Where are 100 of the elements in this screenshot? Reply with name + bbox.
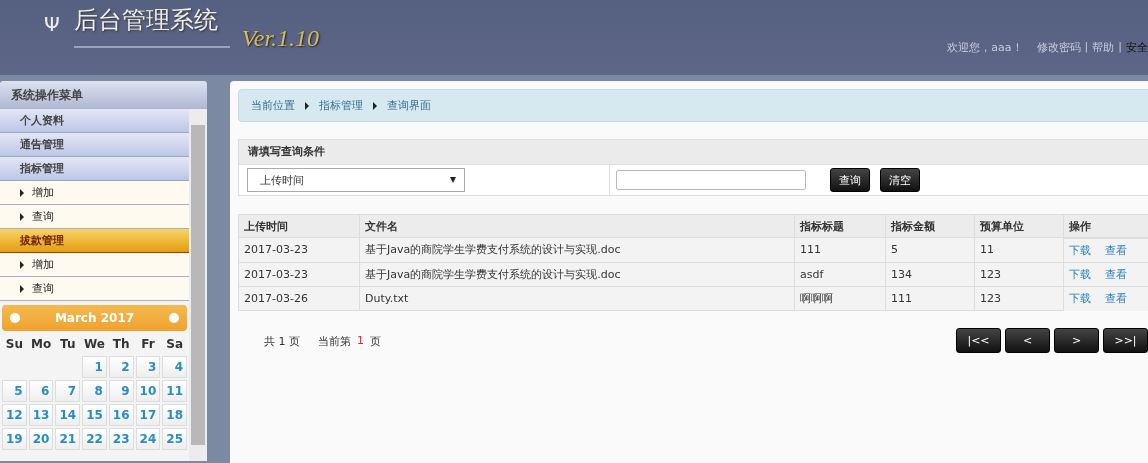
menu-item[interactable]: 增加 — [0, 253, 189, 277]
triangle-icon — [20, 188, 24, 197]
page-total: 共 1 页 — [264, 333, 300, 350]
day-cell[interactable]: 16 — [108, 404, 134, 426]
table-cell: 134 — [885, 262, 975, 286]
day-cell[interactable]: 4 — [162, 356, 187, 378]
day-cell[interactable]: 6 — [28, 380, 54, 402]
pagination-button[interactable]: |<< — [956, 327, 1001, 353]
menu-group[interactable]: 个人资料 — [0, 109, 189, 133]
table-cell: 11 — [974, 237, 1064, 262]
menu-item[interactable]: 查询 — [0, 277, 189, 301]
weekday-label: Mo — [29, 336, 53, 353]
day-cell[interactable]: 18 — [162, 404, 187, 426]
table-cell: 2017-03-26 — [238, 286, 360, 310]
weekday-label: Su — [4, 336, 24, 353]
scrollbar[interactable] — [189, 109, 207, 461]
separator-text: | — [1118, 40, 1122, 55]
column-header: 指标标题 — [794, 214, 886, 238]
day-cell[interactable]: 14 — [55, 404, 81, 426]
table-cell: 111 — [794, 237, 886, 262]
column-header: 预算单位 — [974, 214, 1064, 238]
search-field[interactable] — [616, 170, 806, 190]
day-cell[interactable]: 23 — [108, 428, 134, 450]
month-title: March 2017 — [54, 311, 135, 325]
weekday-label: Tu — [59, 336, 77, 353]
day-cell[interactable]: 21 — [55, 428, 81, 450]
table-cell: 基于Java的商院学生学费支付系统的设计与实现.doc — [359, 262, 795, 286]
app-title: 后台管理系统 — [73, 4, 230, 48]
pagination-button[interactable]: >>| — [1103, 327, 1148, 353]
select-field[interactable]: 上传时间 — [247, 168, 465, 192]
menu-item-label: 增加 — [32, 185, 54, 201]
action-link[interactable]: 查看 — [1105, 243, 1127, 258]
day-cell[interactable]: 9 — [108, 380, 134, 402]
menu-group[interactable]: 拔款管理 — [0, 229, 189, 253]
day-cell[interactable]: 2 — [108, 356, 134, 378]
menu-group[interactable]: 通告管理 — [0, 133, 189, 157]
action-link[interactable]: 下载 — [1069, 243, 1091, 258]
query-button[interactable]: 查询 — [830, 168, 870, 192]
menu-item[interactable]: 增加 — [0, 181, 189, 205]
day-cell[interactable]: 22 — [82, 428, 107, 450]
breadcrumb-item[interactable]: 查询界面 — [387, 98, 431, 113]
table-cell: 2017-03-23 — [238, 237, 360, 262]
day-cell[interactable]: 7 — [55, 380, 81, 402]
header-link[interactable]: 修改密码 — [1036, 40, 1081, 55]
breadcrumb-item[interactable]: 指标管理 — [319, 98, 363, 113]
day-cell[interactable]: 12 — [2, 404, 27, 426]
day-cell[interactable]: 11 — [162, 380, 187, 402]
table-cell: Duty.txt — [359, 286, 795, 310]
triangle-icon — [20, 284, 24, 293]
day-cell[interactable]: 3 — [135, 356, 161, 378]
column-header: 指标金额 — [885, 214, 975, 238]
day-cell[interactable]: 5 — [2, 380, 27, 402]
menu-group[interactable]: 指标管理 — [0, 157, 189, 181]
weekday-label: Fr — [140, 336, 156, 353]
day-cell[interactable]: 13 — [28, 404, 54, 426]
day-cell[interactable]: 17 — [135, 404, 161, 426]
menu-item[interactable]: 查询 — [0, 205, 189, 229]
welcome-text: 欢迎您，aaa！ — [947, 40, 1023, 55]
pagination-button[interactable]: > — [1054, 327, 1099, 353]
menu-item-label: 查询 — [32, 281, 54, 297]
table-cell: 123 — [974, 286, 1064, 310]
table-cell: 5 — [885, 237, 975, 262]
day-cell[interactable]: 15 — [82, 404, 107, 426]
day-cell[interactable]: 1 — [82, 356, 107, 378]
version-label: Ver.1.10 — [241, 25, 320, 52]
menu-item-label: 查询 — [32, 209, 54, 225]
day-cell[interactable]: 8 — [82, 380, 107, 402]
logo-symbol: Ψ — [44, 12, 60, 36]
current-page-number: 1 — [357, 333, 364, 349]
day-cell[interactable]: 19 — [2, 428, 27, 450]
pagination-button[interactable]: < — [1005, 327, 1050, 353]
query-title: 请填写查询条件 — [239, 140, 1148, 165]
triangle-icon — [305, 101, 309, 110]
header-link[interactable]: 帮助 — [1092, 40, 1115, 55]
current-page-label: 当前第 — [318, 333, 351, 350]
weekday-label: Th — [111, 336, 131, 353]
day-cell[interactable]: 10 — [135, 380, 161, 402]
triangle-icon — [373, 101, 377, 110]
table-cell: 啊啊啊 — [794, 286, 886, 310]
caret-icon — [450, 177, 456, 183]
menu-item-label: 增加 — [32, 257, 54, 273]
query-button[interactable]: 清空 — [880, 168, 920, 192]
action-link[interactable]: 查看 — [1105, 267, 1127, 282]
weekday-label: Sa — [165, 336, 184, 353]
sidebar-title: 系统操作菜单 — [0, 81, 207, 109]
table-cell: asdf — [794, 262, 886, 286]
table-cell: 基于Java的商院学生学费支付系统的设计与实现.doc — [359, 237, 795, 262]
separator-text: | — [1084, 40, 1089, 55]
action-link[interactable]: 查看 — [1105, 291, 1127, 306]
table-cell: 111 — [885, 286, 975, 310]
action-link[interactable]: 下载 — [1069, 267, 1091, 282]
header-link[interactable]: 安全 — [1126, 40, 1148, 55]
day-cell[interactable]: 20 — [28, 428, 54, 450]
column-header: 文件名 — [359, 214, 795, 238]
table-cell: 2017-03-23 — [238, 262, 360, 286]
day-cell[interactable]: 25 — [162, 428, 187, 450]
action-link[interactable]: 下载 — [1069, 291, 1091, 306]
page-unit: 页 — [370, 333, 381, 350]
column-header: 上传时间 — [238, 214, 360, 238]
day-cell[interactable]: 24 — [135, 428, 161, 450]
